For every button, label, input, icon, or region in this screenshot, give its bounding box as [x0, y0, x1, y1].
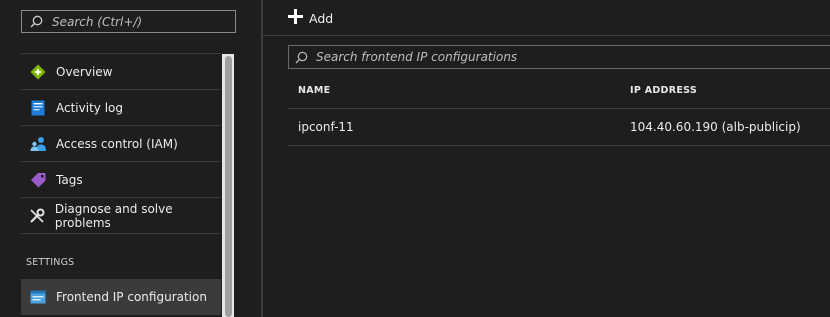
- menu-search-input[interactable]: [52, 14, 222, 29]
- cell-ip-address: 104.40.60.190 (alb-publicip): [630, 120, 801, 134]
- settings-section-label: SETTINGS: [26, 257, 75, 268]
- menu-item-overview[interactable]: Overview: [21, 54, 221, 90]
- add-button[interactable]: Add: [288, 9, 333, 27]
- content-pane: Add NAME IP ADDRESS ipconf-11 104.40.60.…: [263, 0, 830, 317]
- frontend-ip-icon: [29, 288, 47, 306]
- menu-search-box[interactable]: [21, 10, 236, 33]
- menu-item-label: Access control (IAM): [56, 136, 178, 151]
- add-button-label: Add: [309, 10, 334, 26]
- wrench-icon: [29, 207, 46, 225]
- menu-item-label: Frontend IP configuration: [56, 290, 207, 304]
- menu-scrollbar-thumb[interactable]: [225, 56, 232, 317]
- menu-item-label: Overview: [56, 64, 113, 79]
- activity-log-icon: [29, 99, 47, 117]
- frontend-ip-grid: NAME IP ADDRESS ipconf-11 104.40.60.190 …: [288, 72, 830, 146]
- cell-name: ipconf-11: [298, 120, 354, 134]
- grid-header: NAME IP ADDRESS: [288, 72, 830, 109]
- search-icon: [295, 51, 308, 63]
- menu-item-activity-log[interactable]: Activity log: [21, 90, 221, 126]
- app-root: Overview Activity log: [0, 0, 830, 317]
- filter-box[interactable]: [288, 45, 830, 69]
- column-header-ip-address[interactable]: IP ADDRESS: [630, 85, 830, 96]
- access-control-icon: [29, 135, 47, 153]
- command-bar: Add: [263, 0, 830, 36]
- column-header-name[interactable]: NAME: [288, 85, 630, 96]
- resource-menu: Overview Activity log: [0, 0, 238, 317]
- search-icon: [30, 15, 43, 28]
- menu-item-tags[interactable]: Tags: [21, 162, 221, 198]
- table-row[interactable]: ipconf-11 104.40.60.190 (alb-publicip): [288, 109, 830, 146]
- tag-icon: [29, 171, 47, 189]
- menu-list: Overview Activity log Access control (IA…: [21, 54, 221, 234]
- menu-item-label: Diagnose and solve problems: [54, 201, 173, 230]
- menu-item-label: Activity log: [56, 100, 123, 115]
- overview-icon: [29, 63, 47, 81]
- plus-icon: [288, 9, 303, 27]
- menu-item-access-control[interactable]: Access control (IAM): [21, 126, 221, 162]
- menu-item-diagnose[interactable]: Diagnose and solve problems: [21, 198, 221, 234]
- menu-item-frontend-ip-configuration[interactable]: Frontend IP configuration: [21, 279, 221, 315]
- menu-item-label: Tags: [56, 172, 83, 187]
- filter-input[interactable]: [316, 50, 816, 64]
